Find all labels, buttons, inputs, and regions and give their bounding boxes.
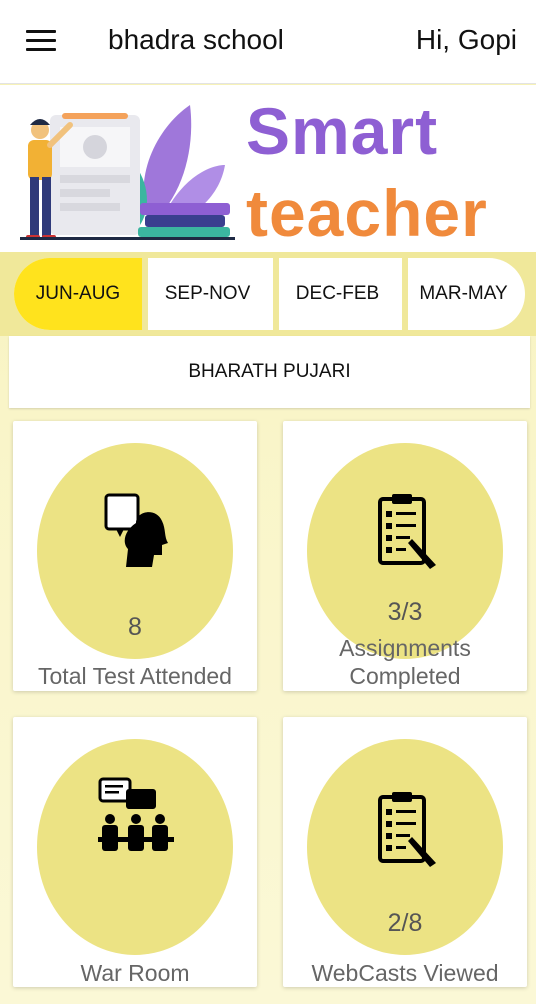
hamburger-menu-icon[interactable]	[26, 30, 56, 52]
head-speech-icon	[104, 493, 168, 567]
tab-sep-nov[interactable]: SEP-NOV	[142, 258, 273, 330]
clipboard-checklist-icon	[378, 792, 436, 867]
total-test-value: 8	[128, 613, 142, 641]
assignments-value: 3/3	[387, 598, 423, 626]
webcasts-value: 2/8	[387, 909, 423, 937]
webcasts-label: WebCasts Viewed	[311, 960, 499, 986]
webcasts-card[interactable]: 2/8 WebCasts Viewed	[283, 717, 527, 987]
brand-title-line2: teacher	[246, 176, 488, 250]
user-greeting: Hi, Gopi	[415, 24, 517, 55]
war-room-label: War Room	[80, 960, 190, 986]
brand-title-line1: Smart	[246, 94, 439, 168]
war-room-card[interactable]: War Room	[13, 717, 257, 987]
total-test-attended-card[interactable]: 8 Total Test Attended	[13, 421, 257, 691]
total-test-label: Total Test Attended	[38, 663, 232, 689]
assignments-label-line2: Completed	[349, 663, 461, 689]
tab-dec-feb[interactable]: DEC-FEB	[273, 258, 402, 330]
clipboard-checklist-icon	[378, 494, 436, 569]
app-bar: bhadra school Hi, Gopi	[0, 0, 536, 84]
season-tabs: JUN-AUG SEP-NOV DEC-FEB MAR-MAY	[14, 258, 525, 330]
app-title: bhadra school	[108, 24, 284, 55]
student-name: BHARATH PUJARI	[9, 336, 530, 408]
meeting-room-icon	[98, 777, 174, 851]
tab-mar-may[interactable]: MAR-MAY	[402, 258, 525, 330]
tab-jun-aug[interactable]: JUN-AUG	[14, 258, 142, 330]
assignments-label-line1: Assignments	[339, 635, 471, 661]
assignments-card[interactable]: 3/3 Assignments Completed	[283, 421, 527, 691]
teacher-illustration	[20, 105, 235, 240]
season-tabs-bar: JUN-AUG SEP-NOV DEC-FEB MAR-MAY	[0, 252, 536, 336]
